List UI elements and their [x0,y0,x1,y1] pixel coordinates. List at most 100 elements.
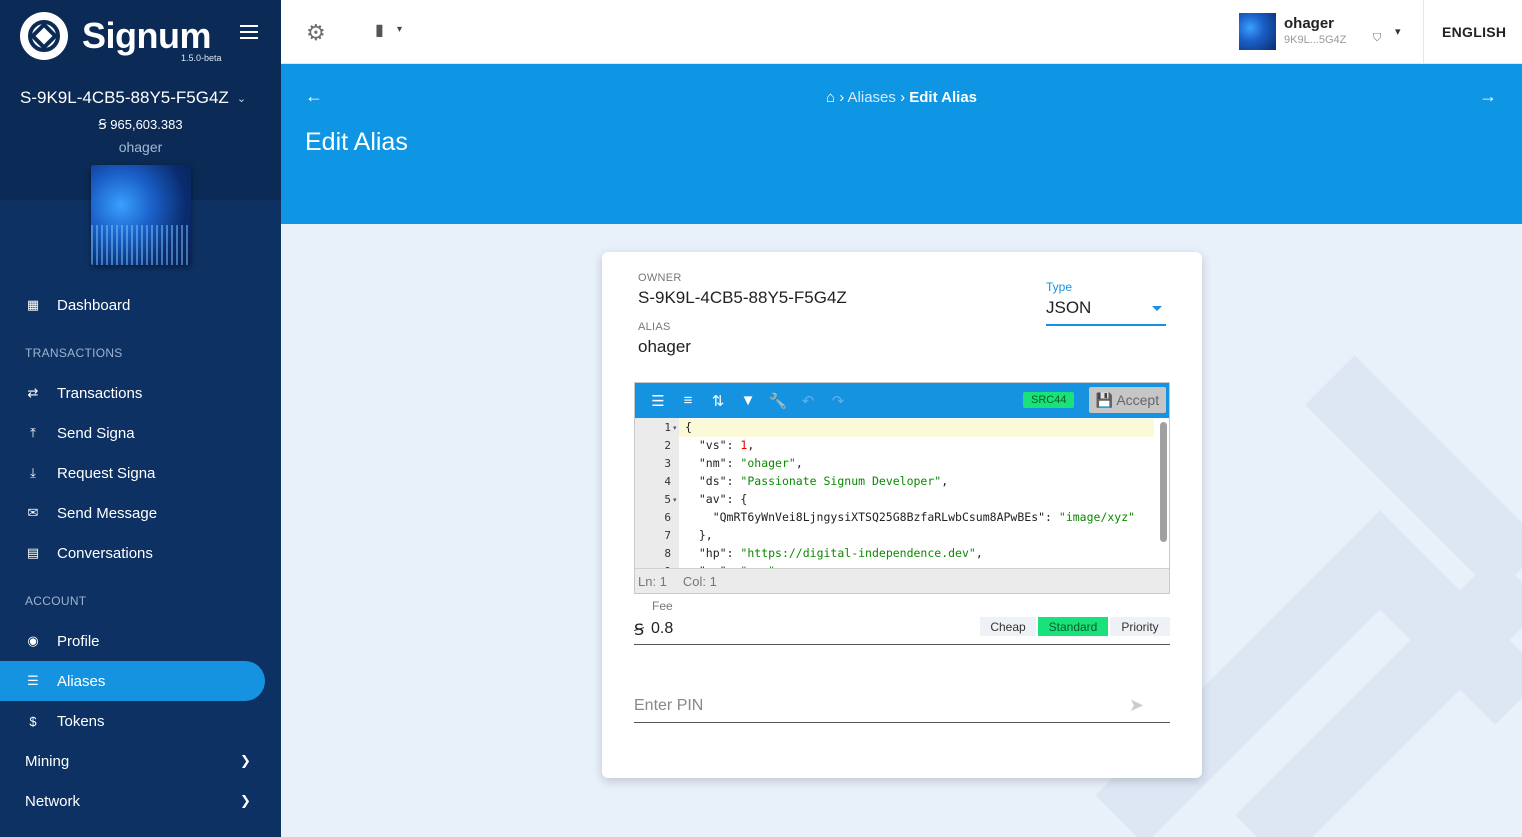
pin-input[interactable]: Enter PIN ➤ [634,692,1170,723]
divider [1423,0,1424,64]
fee-option-priority[interactable]: Priority [1110,617,1170,636]
shield-icon: ⛉ [1373,32,1382,44]
active-line [679,419,1154,437]
editor-toolbar: ☰ ≡ ⇅ ▼ 🔧 ↶ ↷ SRC44 💾 Accept [635,383,1169,418]
sidebar-item-label: Transactions [57,384,143,402]
sidebar-item-label: Aliases [57,672,106,690]
account-selector[interactable]: S-9K9L-4CB5-88Y5-F5G4Z ⌄ [20,88,246,108]
code-line: "sc": "..." [685,564,775,568]
sidebar-item-profile[interactable]: ◉ Profile [0,621,265,661]
menu-icon[interactable] [240,25,258,43]
json-editor[interactable]: ☰ ≡ ⇅ ▼ 🔧 ↶ ↷ SRC44 💾 Accept 1 ▾ 2 3 4 5… [634,382,1170,594]
account-balance: Ꞩ 965,603.383 [98,117,183,132]
pin-placeholder: Enter PIN [634,697,704,714]
code-line: "nm": "ohager", [698,456,803,470]
breadcrumb: ⌂ › Aliases › Edit Alias [281,89,1522,106]
filter-icon[interactable]: ▼ [733,392,763,409]
dashboard-icon: ▦ [26,297,40,312]
user-name[interactable]: ohager [1284,15,1334,32]
sidebar-item-mining[interactable]: Mining ❯ [0,741,265,781]
line-number: 1 [664,421,671,434]
profile-icon: ◉ [27,633,39,648]
line-number: 9 [635,565,671,568]
fee-label: Fee [652,599,673,613]
home-icon[interactable]: ⌂ [826,89,835,106]
line-number: 7 [664,529,671,542]
sidebar-item-label: Tokens [57,712,105,730]
format-icon[interactable]: ☰ [643,392,673,410]
code-line: { [685,420,692,434]
section-transactions: TRANSACTIONS [25,346,123,360]
account-name: ohager [118,139,163,155]
line-number: 4 [664,475,671,488]
type-select[interactable]: JSON [1046,298,1166,326]
sidebar-item-request-signa[interactable]: ⤓ Request Signa [0,453,265,493]
code-line: "av": { [698,492,748,506]
app-version: 1.5.0-beta [181,53,222,63]
sidebar-item-send-message[interactable]: ✉ Send Message [0,493,265,533]
tokens-icon: $ [29,713,37,729]
accept-button[interactable]: 💾 Accept [1089,387,1166,413]
section-account: ACCOUNT [25,594,87,608]
src44-badge: SRC44 [1023,392,1075,408]
alias-value: ohager [638,337,691,356]
code-line: }, [685,528,713,542]
code-line: "vs": 1, [698,438,755,452]
line-number: 6 [664,511,671,524]
breadcrumb-separator: › [900,89,910,106]
chevron-down-icon[interactable]: ▾ [397,24,402,35]
signum-logo-icon [20,12,68,60]
sidebar-item-label: Mining [25,752,70,770]
user-id: 9K9L...5G4Z [1284,34,1347,46]
fold-icon[interactable]: ▾ [673,496,677,504]
account-id: S-9K9L-4CB5-88Y5-F5G4Z [20,88,229,107]
fold-icon[interactable]: ▾ [673,424,677,432]
scrollbar[interactable] [1160,422,1167,542]
cursor-line: Ln: 1 [638,573,667,589]
wrench-icon[interactable]: 🔧 [763,392,793,410]
sort-icon[interactable]: ⇅ [703,392,733,410]
fee-option-cheap[interactable]: Cheap [980,617,1036,636]
caret-down-icon [1152,306,1162,311]
breadcrumb-aliases[interactable]: Aliases [848,89,896,106]
redo-icon[interactable]: ↷ [823,392,853,410]
owner-label: OWNER [638,272,682,284]
sidebar-item-tokens[interactable]: $ Tokens [0,701,265,741]
language-selector[interactable]: ENGLISH [1442,24,1506,40]
edit-alias-card: OWNER S-9K9L-4CB5-88Y5-F5G4Z ALIAS ohage… [602,252,1202,778]
sidebar-item-label: Send Signa [57,424,135,442]
sidebar-item-transactions[interactable]: ⇄ Transactions [0,373,265,413]
sidebar-item-label: Send Message [57,504,158,522]
fee-option-standard[interactable]: Standard [1038,617,1108,636]
sidebar-item-label: Conversations [57,544,153,562]
aliases-icon: ☰ [27,673,39,688]
sidebar-item-aliases[interactable]: ☰ Aliases [0,661,265,701]
gear-icon[interactable]: ⚙ [306,20,326,46]
send-icon[interactable]: ➤ [1129,695,1144,716]
chevron-down-icon: ⌄ [236,92,247,105]
compact-icon[interactable]: ≡ [673,392,703,409]
line-number: 5 [664,493,671,506]
line-number: 3 [664,457,671,470]
chevron-right-icon: ❯ [240,793,251,808]
fee-value[interactable]: 0.8 [651,620,673,638]
editor-body[interactable]: 1 ▾ 2 3 4 5 ▾ 6 7 8 9 { "vs": 1, "nm": "… [635,418,1169,568]
avatar[interactable] [1239,13,1276,50]
chat-icon: ▤ [26,545,40,560]
sidebar-item-conversations[interactable]: ▤ Conversations [0,533,265,573]
sidebar-item-label: Network [25,792,81,810]
sidebar-item-send-signa[interactable]: ⤒ Send Signa [0,413,265,453]
sidebar-item-label: Dashboard [57,296,131,314]
breadcrumb-current: Edit Alias [909,89,978,106]
chevron-down-icon[interactable]: ▾ [1395,25,1401,38]
app-name: Signum [82,15,212,56]
sidebar-item-dashboard[interactable]: ▦ Dashboard [0,285,265,325]
editor-status-bar: Ln: 1 Col: 1 [635,568,1169,593]
undo-icon[interactable]: ↶ [793,392,823,410]
line-number: 2 [664,439,671,452]
fee-field[interactable]: Ꞩ 0.8 Cheap Standard Priority [634,616,1170,645]
owner-value: S-9K9L-4CB5-88Y5-F5G4Z [638,288,847,307]
type-label: Type [1046,280,1073,294]
sidebar-item-network[interactable]: Network ❯ [0,781,265,821]
battery-icon[interactable]: ▮ [375,20,384,40]
